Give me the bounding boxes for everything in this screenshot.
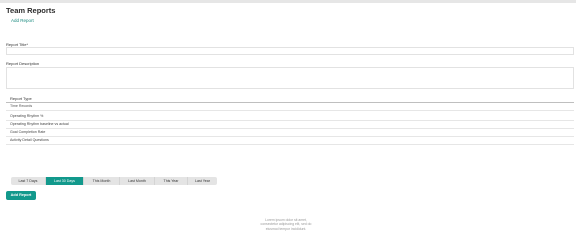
page-title: Team Reports	[6, 6, 56, 15]
report-type-item[interactable]: Operating Rhythm baseline vs actual	[6, 121, 574, 129]
report-type-item[interactable]: Activity Detail Questions	[6, 137, 574, 145]
report-description-field[interactable]	[6, 67, 574, 89]
add-report-link[interactable]: Add Report	[11, 18, 34, 23]
report-type-item[interactable]: Time Records	[6, 103, 574, 111]
tab-last-30-days[interactable]: Last 30 Days	[46, 177, 84, 185]
tab-this-year[interactable]: This Year	[155, 177, 188, 185]
top-bar	[0, 0, 576, 3]
report-description-label: Report Description	[6, 61, 40, 66]
empty-state-message: Lorem ipsum dolor sit amet, consectetur …	[260, 218, 312, 231]
tab-last-month[interactable]: Last Month	[120, 177, 155, 185]
report-type-item[interactable]: Operating Rhythm %	[6, 113, 574, 121]
tab-this-month[interactable]: This Month	[84, 177, 120, 185]
report-type-label: Report Type	[10, 96, 32, 101]
tab-last-year[interactable]: Last Year	[188, 177, 217, 185]
report-type-item[interactable]: Goal Completion Rate	[6, 129, 574, 137]
report-title-field[interactable]	[6, 47, 574, 55]
add-report-button[interactable]: Add Report	[6, 191, 36, 200]
tab-last-7-days[interactable]: Last 7 Days	[11, 177, 46, 185]
date-range-tabs: Last 7 Days Last 30 Days This Month Last…	[11, 177, 217, 185]
